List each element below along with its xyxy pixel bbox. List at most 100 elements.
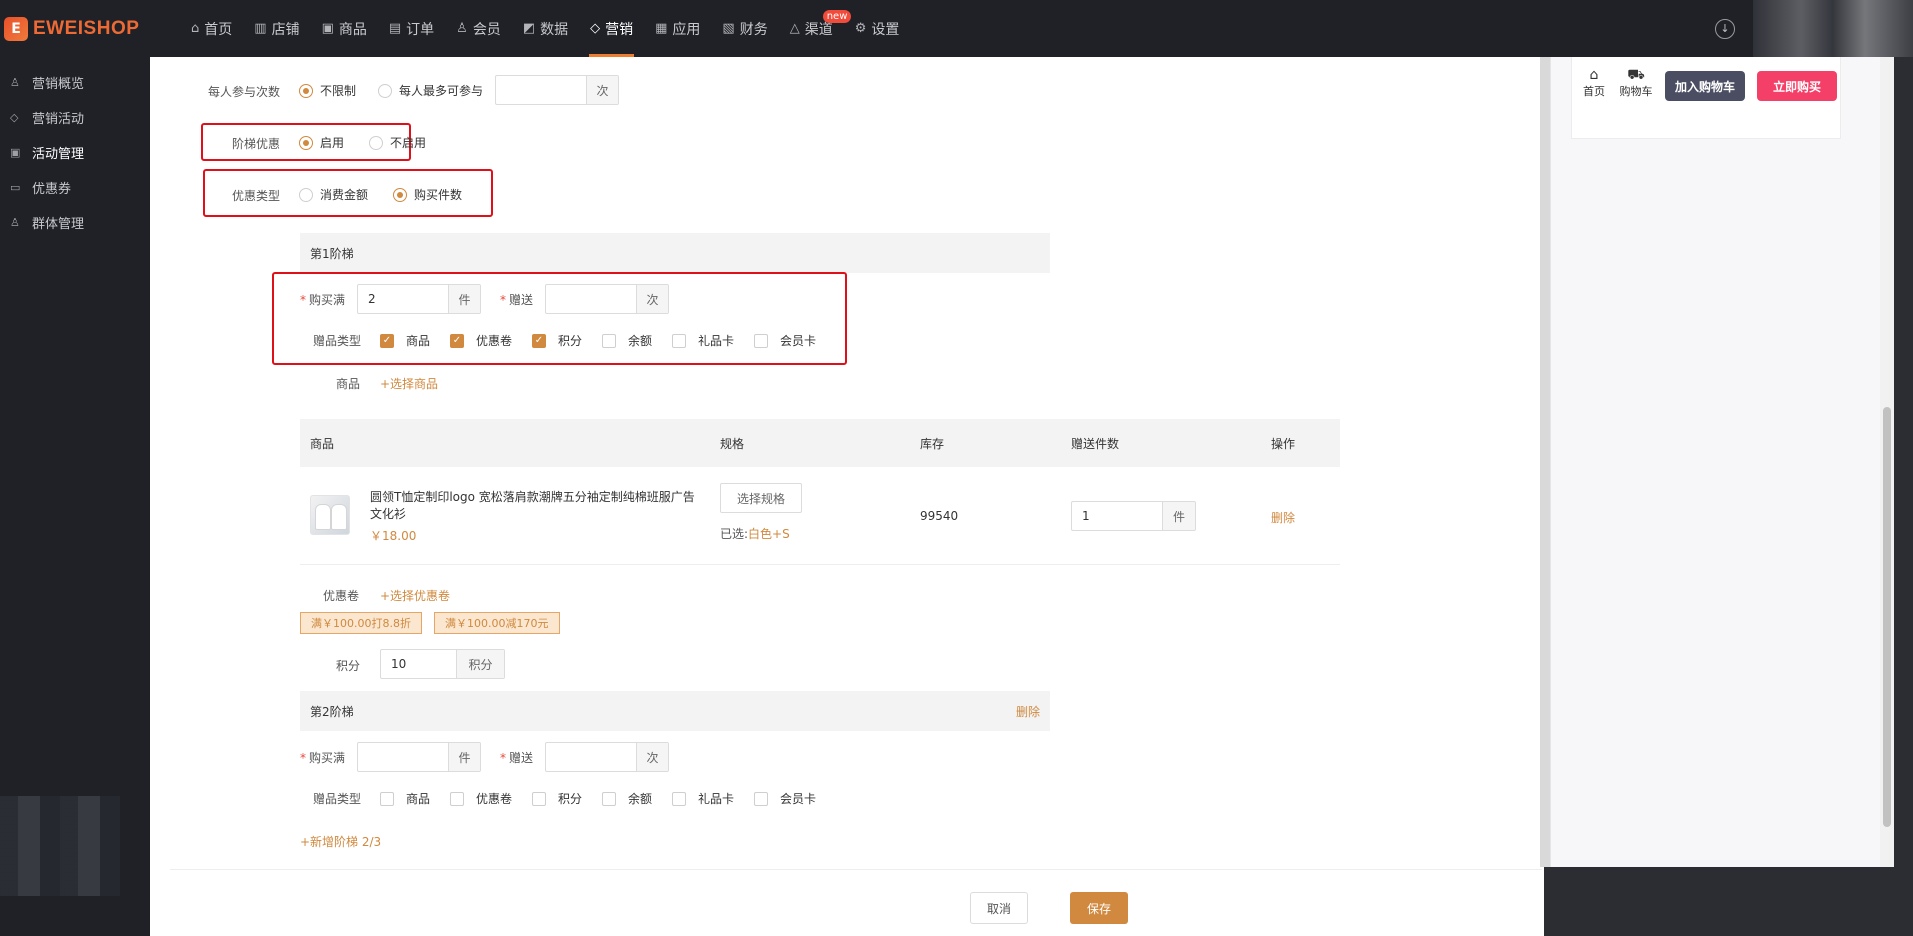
logo[interactable]: E EWEISHOP xyxy=(0,0,180,57)
checkbox-gift-coupon[interactable]: 优惠卷 xyxy=(450,790,512,807)
preview-cart: ⛟ 购物车 xyxy=(1616,67,1656,99)
checkbox-gift-membercard[interactable]: 会员卡 xyxy=(754,790,816,807)
radio-tier-on[interactable]: 启用 xyxy=(299,134,344,151)
checkbox-gift-points[interactable]: ✓ 积分 xyxy=(532,332,582,349)
form-scrollbar[interactable] xyxy=(1540,57,1550,867)
user-avatar-blurred[interactable] xyxy=(1753,0,1913,57)
main-content: 每人参与次数 不限制 每人最多可参与 次 阶梯优惠 启用 不启用 优惠类型 消费… xyxy=(150,57,1894,936)
nav-marketing[interactable]: ◇ 营销 xyxy=(579,0,644,57)
nav-apps[interactable]: ▦ 应用 xyxy=(644,0,711,57)
discount-type-label: 优惠类型 xyxy=(232,189,281,203)
preview-home: ⌂ 首页 xyxy=(1574,67,1614,99)
tier1-buy-input[interactable]: 件 xyxy=(357,284,481,314)
tier2-gift-input[interactable]: 次 xyxy=(545,742,669,772)
checkbox-check-icon: ✓ xyxy=(532,333,546,348)
sidebar-item-coupons[interactable]: ▭ 优惠券 xyxy=(0,170,150,205)
store-icon: ⌂ xyxy=(1589,67,1599,83)
radio-type-qty[interactable]: 购买件数 xyxy=(393,186,462,203)
column-header: 操作 xyxy=(1271,437,1296,451)
nav-home[interactable]: ⌂ 首页 xyxy=(180,0,243,57)
sidebar-item-label: 优惠券 xyxy=(32,182,72,197)
checkbox-label: 商品 xyxy=(406,334,431,348)
save-button[interactable]: 保存 xyxy=(1070,892,1128,924)
points-input[interactable]: 积分 xyxy=(380,649,505,679)
coupon-tag[interactable]: 满￥100.00减170元 xyxy=(434,612,560,634)
column-header: 商品 xyxy=(310,437,335,451)
tier2-buy-field[interactable] xyxy=(358,743,448,771)
tier1-header: 第1阶梯 xyxy=(300,233,1050,273)
preview-cart-label: 购物车 xyxy=(1619,85,1653,98)
tier2-buy-input[interactable]: 件 xyxy=(357,742,481,772)
delete-row-link[interactable]: 删除 xyxy=(1271,509,1295,526)
tier2-gift-type-label: 赠品类型 xyxy=(313,792,362,806)
nav-finance[interactable]: ▧ 财务 xyxy=(711,0,778,57)
tier1-buy-label: * 购买满 xyxy=(300,293,346,307)
input-suffix: 次 xyxy=(636,743,668,771)
radio-unlimited[interactable]: 不限制 xyxy=(299,82,356,99)
checkbox-gift-giftcard[interactable]: 礼品卡 xyxy=(672,790,734,807)
ticket-icon: ▭ xyxy=(10,181,21,194)
tier2-gift-field[interactable] xyxy=(546,743,636,771)
sidebar-item-overview[interactable]: ♙ 营销概览 xyxy=(0,65,150,100)
sidebar-item-activity-management[interactable]: ▣ 活动管理 xyxy=(0,135,150,170)
sidebar-item-label: 活动管理 xyxy=(32,147,85,162)
checkbox-gift-balance[interactable]: 余额 xyxy=(602,790,652,807)
user-icon: ♙ xyxy=(10,76,20,89)
points-field[interactable] xyxy=(381,650,456,678)
radio-label: 不启用 xyxy=(390,136,427,150)
nav-products[interactable]: ▣ 商品 xyxy=(311,0,378,57)
nav-channels[interactable]: △ 渠道 new xyxy=(779,0,852,57)
member-icon: ♙ xyxy=(456,21,468,36)
checkbox-gift-product[interactable]: ✓ 商品 xyxy=(380,332,430,349)
nav-data[interactable]: ◩ 数据 xyxy=(512,0,579,57)
checkbox-box xyxy=(450,791,464,806)
tier1-gift-field[interactable] xyxy=(546,285,636,313)
tier-title: 第2阶梯 xyxy=(310,704,354,719)
select-product-link[interactable]: +选择商品 xyxy=(380,375,438,392)
radio-tier-off[interactable]: 不启用 xyxy=(369,134,426,151)
preview-bottom-bar: ⌂ 首页 ⛟ 购物车 加入购物车 立即购买 xyxy=(1571,57,1841,139)
checkbox-gift-product[interactable]: 商品 xyxy=(380,790,430,807)
finance-icon: ▧ xyxy=(722,21,735,36)
checkbox-box xyxy=(532,791,546,806)
nav-label: 会员 xyxy=(472,21,501,38)
download-icon[interactable]: ↓ xyxy=(1715,18,1735,39)
checkbox-gift-balance[interactable]: 余额 xyxy=(602,332,652,349)
coupon-tag[interactable]: 满￥100.00打8.8折 xyxy=(300,612,422,634)
nav-shop[interactable]: ▥ 店铺 xyxy=(243,0,310,57)
tier1-gift-input[interactable]: 次 xyxy=(545,284,669,314)
gift-qty-field[interactable] xyxy=(1072,502,1162,530)
cancel-button[interactable]: 取消 xyxy=(970,892,1028,924)
tag-icon: ◇ xyxy=(590,21,601,36)
checkbox-gift-coupon[interactable]: ✓ 优惠卷 xyxy=(450,332,512,349)
nav-members[interactable]: ♙ 会员 xyxy=(445,0,512,57)
tier1-buy-field[interactable] xyxy=(358,285,448,313)
nav-label: 营销 xyxy=(605,21,634,38)
add-tier-link[interactable]: +新增阶梯 2/3 xyxy=(300,833,381,850)
scrollbar-thumb[interactable] xyxy=(1883,407,1891,827)
checkbox-gift-giftcard[interactable]: 礼品卡 xyxy=(672,332,734,349)
sidebar-item-activities[interactable]: ◇ 营销活动 xyxy=(0,100,150,135)
radio-dot xyxy=(299,187,313,202)
checkbox-gift-points[interactable]: 积分 xyxy=(532,790,582,807)
select-coupon-link[interactable]: +选择优惠卷 xyxy=(380,587,450,604)
nav-settings[interactable]: ⚙ 设置 xyxy=(844,0,911,57)
radio-dot xyxy=(299,83,313,98)
nav-label: 首页 xyxy=(204,21,233,38)
delete-tier-link[interactable]: 删除 xyxy=(1016,703,1040,720)
radio-dot xyxy=(299,135,313,150)
gift-qty-input[interactable]: 件 xyxy=(1071,501,1196,531)
group-icon: ♙ xyxy=(10,216,20,229)
nav-orders[interactable]: ▤ 订单 xyxy=(378,0,445,57)
radio-type-amount[interactable]: 消费金额 xyxy=(299,186,368,203)
page-scrollbar[interactable] xyxy=(1880,57,1894,867)
tier2-buy-label: * 购买满 xyxy=(300,751,346,765)
radio-max-times[interactable]: 每人最多可参与 xyxy=(378,82,483,99)
participation-times-field[interactable] xyxy=(496,76,586,104)
select-spec-button[interactable]: 选择规格 xyxy=(720,483,802,513)
cart-icon: ⛟ xyxy=(1627,67,1645,83)
sidebar-item-label: 群体管理 xyxy=(32,217,85,232)
sidebar-item-groups[interactable]: ♙ 群体管理 xyxy=(0,205,150,240)
checkbox-gift-membercard[interactable]: 会员卡 xyxy=(754,332,816,349)
participation-times-input[interactable]: 次 xyxy=(495,75,619,105)
